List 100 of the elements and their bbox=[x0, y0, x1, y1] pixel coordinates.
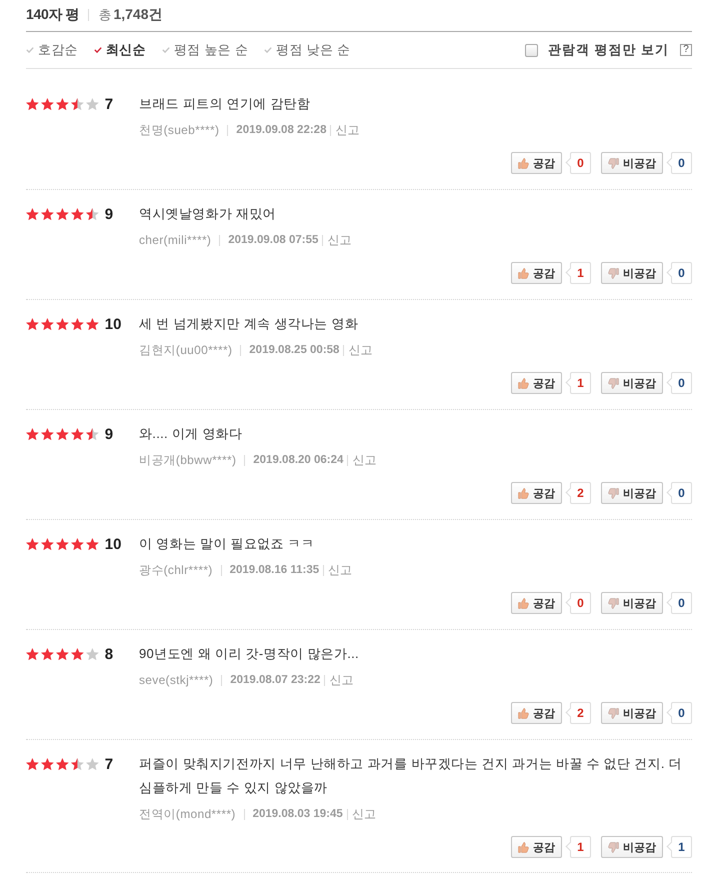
checkbox-label[interactable]: 관람객 평점만 보기 bbox=[548, 41, 669, 59]
star-icon bbox=[86, 758, 99, 770]
thumbs-up-icon bbox=[518, 488, 529, 498]
star-icon bbox=[26, 318, 39, 330]
author-name: seve(stkj****) bbox=[139, 673, 214, 687]
star-icon bbox=[56, 758, 69, 770]
author-name: 비공개(bbww****) bbox=[139, 452, 236, 468]
check-icon bbox=[94, 47, 102, 53]
review-date: 2019.09.08 07:55 bbox=[228, 234, 318, 246]
star-icon bbox=[56, 648, 69, 660]
sort-option[interactable]: 호감순 bbox=[26, 41, 78, 59]
star-icon bbox=[86, 428, 99, 440]
star-icon bbox=[26, 648, 39, 660]
review-text: 세 번 넘게봤지만 계속 생각나는 영화 bbox=[139, 315, 360, 333]
star-icon bbox=[26, 758, 39, 770]
section-title: 140자 평 bbox=[26, 6, 80, 24]
dislike-count: 0 bbox=[666, 262, 692, 284]
author-name: 김현지(uu00****) bbox=[139, 342, 232, 358]
star-icon bbox=[56, 98, 69, 110]
sort-option[interactable]: 평점 낮은 순 bbox=[264, 41, 350, 59]
dislike-button[interactable]: 비공감 bbox=[601, 836, 663, 858]
star-icon bbox=[26, 208, 39, 220]
thumbs-down-icon bbox=[608, 842, 619, 852]
star-icon bbox=[40, 98, 54, 110]
review-text: 90년도엔 왜 이리 갓-명작이 많은가... bbox=[139, 645, 360, 663]
checkbox[interactable] bbox=[524, 44, 538, 56]
star-icon bbox=[70, 538, 84, 550]
like-count: 0 bbox=[565, 592, 591, 614]
dislike-button[interactable]: 비공감 bbox=[601, 152, 663, 174]
thumbs-up-icon bbox=[518, 268, 529, 278]
like-count: 2 bbox=[565, 702, 591, 724]
like-count: 1 bbox=[565, 836, 591, 858]
rating-score: 7 bbox=[104, 756, 114, 772]
thumbs-up-icon bbox=[518, 378, 529, 388]
star-icon bbox=[40, 208, 54, 220]
thumbs-up-icon bbox=[518, 158, 529, 168]
star-icon bbox=[40, 648, 54, 660]
thumbs-up-icon bbox=[518, 842, 529, 852]
star-icon bbox=[70, 98, 84, 110]
star-icon bbox=[26, 98, 39, 110]
author-name: 천명(sueb****) bbox=[139, 122, 220, 138]
like-button[interactable]: 공감 bbox=[511, 702, 562, 724]
thumbs-down-icon bbox=[608, 488, 619, 498]
like-button[interactable]: 공감 bbox=[511, 152, 562, 174]
dislike-count: 0 bbox=[666, 152, 692, 174]
sort-option[interactable]: 최신순 bbox=[94, 41, 146, 59]
like-button[interactable]: 공감 bbox=[511, 482, 562, 504]
star-icon bbox=[40, 538, 54, 550]
review-date: 2019.08.07 23:22 bbox=[230, 674, 320, 686]
check-icon bbox=[26, 47, 34, 53]
like-button[interactable]: 공감 bbox=[511, 262, 562, 284]
rating-score: 8 bbox=[104, 646, 114, 662]
thumbs-down-icon bbox=[608, 598, 619, 608]
review-text: 역시옛날영화가 재밌어 bbox=[139, 205, 277, 223]
star-icon bbox=[26, 428, 39, 440]
dislike-button[interactable]: 비공감 bbox=[601, 372, 663, 394]
author-name: 전역이(mond****) bbox=[139, 806, 236, 822]
dislike-count: 1 bbox=[666, 836, 692, 858]
star-icon bbox=[86, 538, 99, 550]
dislike-button[interactable]: 비공감 bbox=[601, 262, 663, 284]
review-text: 와.... 이게 영화다 bbox=[139, 425, 244, 443]
dislike-button[interactable]: 비공감 bbox=[601, 482, 663, 504]
star-icon bbox=[86, 208, 99, 220]
dislike-count: 0 bbox=[666, 372, 692, 394]
star-icon bbox=[56, 538, 69, 550]
like-button[interactable]: 공감 bbox=[511, 372, 562, 394]
star-icon bbox=[70, 318, 84, 330]
like-button[interactable]: 공감 bbox=[511, 836, 562, 858]
thumbs-up-icon bbox=[518, 598, 529, 608]
review-date: 2019.08.03 19:45 bbox=[252, 808, 343, 820]
review-date: 2019.08.16 11:35 bbox=[230, 564, 320, 576]
star-icon bbox=[40, 318, 54, 330]
rating-score: 7 bbox=[104, 96, 114, 112]
dislike-count: 0 bbox=[666, 482, 692, 504]
dislike-count: 0 bbox=[666, 702, 692, 724]
review-date: 2019.08.25 00:58 bbox=[249, 344, 340, 356]
review-date: 2019.08.20 06:24 bbox=[253, 454, 344, 466]
review-text: 브래드 피트의 연기에 감탄함 bbox=[139, 95, 312, 113]
author-name: cher(mili****) bbox=[139, 233, 212, 247]
like-button[interactable]: 공감 bbox=[511, 592, 562, 614]
thumbs-up-icon bbox=[518, 708, 529, 718]
star-icon bbox=[56, 318, 69, 330]
star-icon bbox=[86, 98, 99, 110]
like-count: 0 bbox=[565, 152, 591, 174]
star-icon bbox=[86, 648, 99, 660]
dislike-button[interactable]: 비공감 bbox=[601, 702, 663, 724]
sort-option[interactable]: 평점 높은 순 bbox=[162, 41, 248, 59]
dislike-button[interactable]: 비공감 bbox=[601, 592, 663, 614]
rating-score: 9 bbox=[104, 206, 114, 222]
star-icon bbox=[70, 428, 84, 440]
rating-score: 10 bbox=[104, 536, 122, 552]
thumbs-down-icon bbox=[608, 268, 619, 278]
dislike-count: 0 bbox=[666, 592, 692, 614]
thumbs-down-icon bbox=[608, 708, 619, 718]
review-text: 퍼즐이 맞춰지기전까지 너무 난해하고 과거를 바꾸겠다는 건지 과거는 바꿀 수 없단 건지. 더 심플하게 만들 수 있지 않았을까 bbox=[139, 755, 683, 797]
review-date: 2019.09.08 22:28 bbox=[236, 124, 326, 136]
help-button[interactable]: ? bbox=[680, 44, 692, 56]
like-count: 1 bbox=[565, 262, 591, 284]
star-icon bbox=[26, 538, 39, 550]
star-icon bbox=[86, 318, 99, 330]
